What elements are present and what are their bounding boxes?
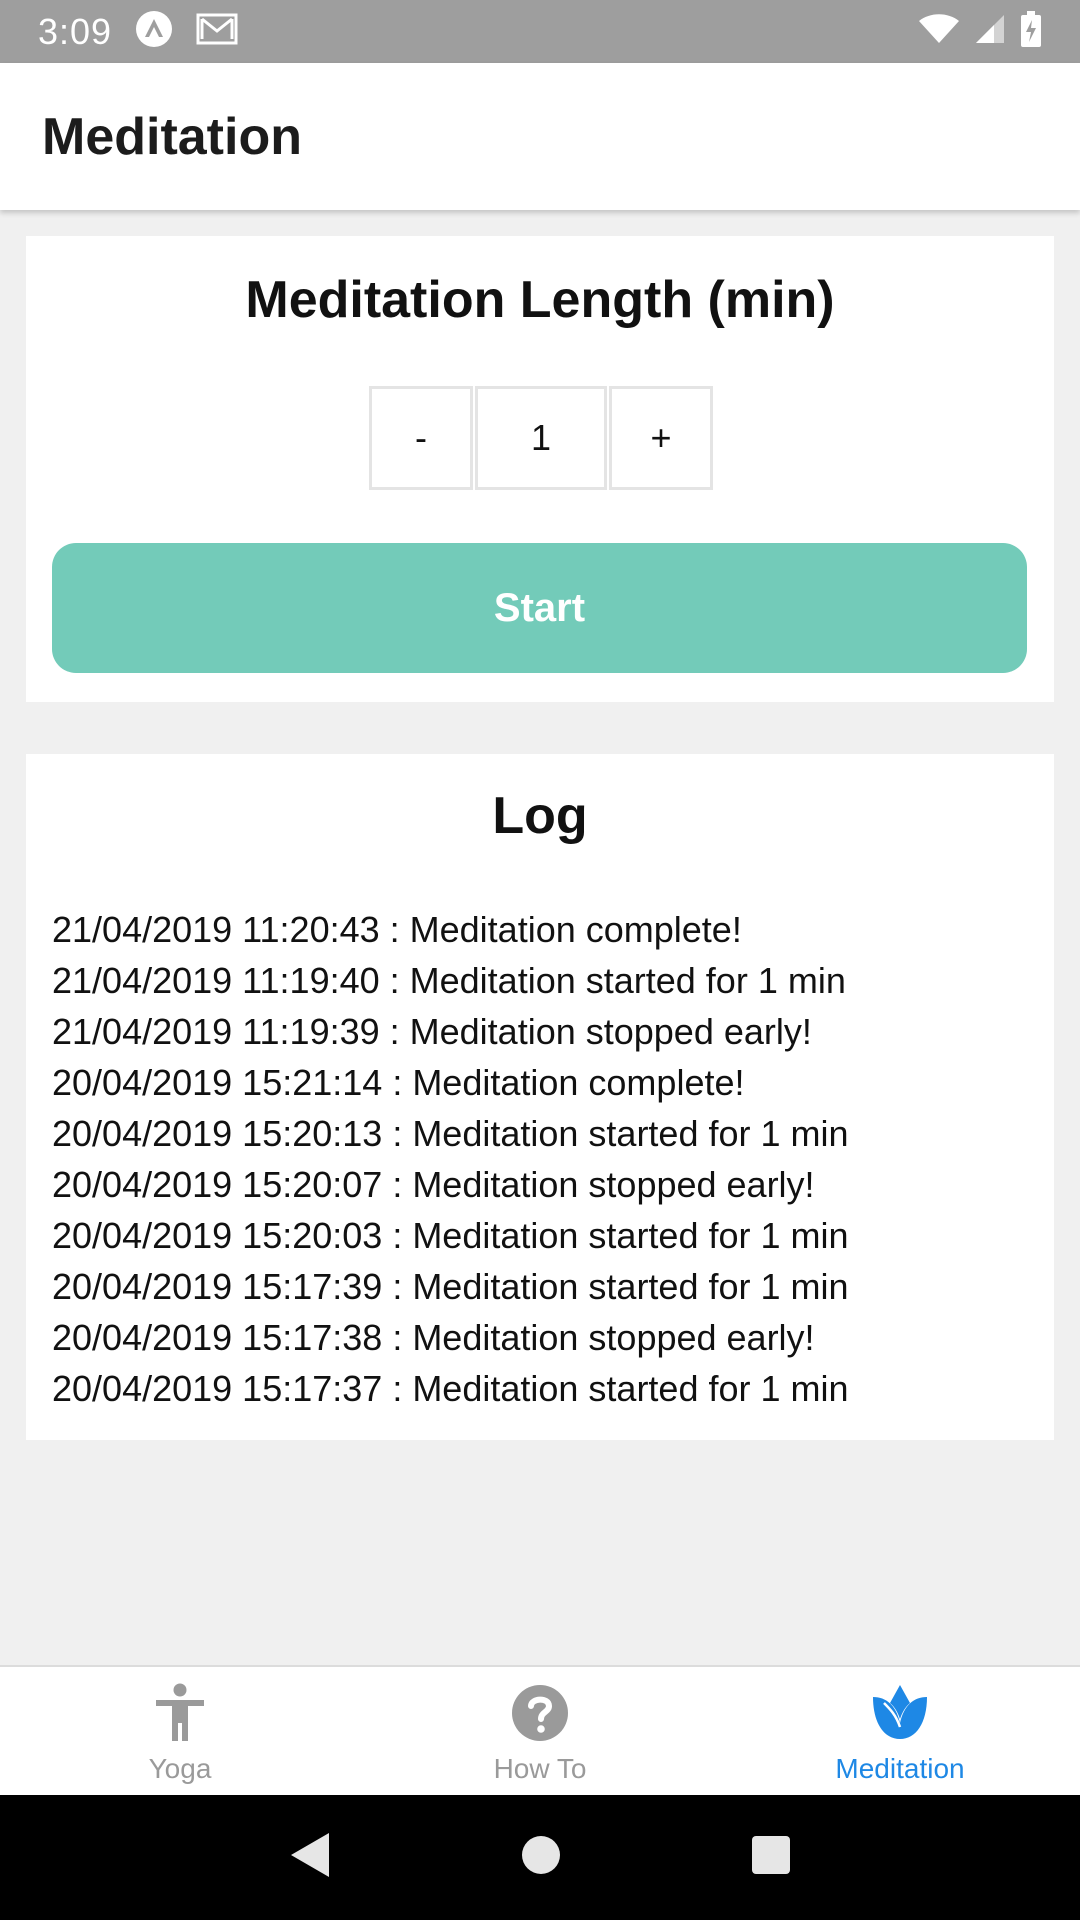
meditation-length-card: Meditation Length (min) - 1 + Start [26, 236, 1054, 702]
status-system-icons [918, 11, 1042, 52]
log-entry: 21/04/2019 11:20:43 : Meditation complet… [52, 909, 742, 950]
nav-label-yoga: Yoga [148, 1753, 212, 1784]
log-entry: 20/04/2019 15:21:14 : Meditation complet… [52, 1062, 745, 1103]
meditation-length-heading: Meditation Length (min) [245, 271, 835, 329]
log-entry: 20/04/2019 15:20:03 : Meditation started… [52, 1215, 849, 1256]
log-entry: 20/04/2019 15:17:38 : Meditation stopped… [52, 1317, 815, 1358]
back-icon[interactable] [289, 1831, 331, 1884]
log-entry: 21/04/2019 11:19:40 : Meditation started… [52, 960, 846, 1001]
log-entry: 21/04/2019 11:19:39 : Meditation stopped… [52, 1011, 812, 1052]
nav-label-how-to: How To [493, 1753, 587, 1784]
log-entry: 20/04/2019 15:20:07 : Meditation stopped… [52, 1164, 815, 1205]
help-circle-icon [510, 1683, 570, 1743]
log-card: Log 21/04/2019 11:20:43 : Meditation com… [26, 754, 1054, 1440]
nav-item-how-to[interactable]: How To [360, 1667, 720, 1795]
status-time: 3:09 [38, 10, 113, 52]
log-entry: 20/04/2019 15:20:13 : Meditation started… [52, 1113, 849, 1154]
recents-icon[interactable] [751, 1835, 791, 1880]
battery-icon [1020, 11, 1042, 52]
app-notification-icon [134, 9, 174, 54]
log-list: 21/04/2019 11:20:43 : Meditation complet… [52, 904, 1034, 1414]
start-button[interactable]: Start [52, 543, 1027, 673]
increment-button[interactable]: + [609, 386, 713, 490]
decrement-button[interactable]: - [369, 386, 473, 490]
lotus-icon [870, 1683, 930, 1743]
log-heading: Log [492, 787, 588, 845]
log-entry: 20/04/2019 15:17:37 : Meditation started… [52, 1368, 849, 1409]
nav-item-meditation[interactable]: Meditation [720, 1667, 1080, 1795]
system-navigation-bar [0, 1795, 1080, 1920]
log-entry: 20/04/2019 15:17:39 : Meditation started… [52, 1266, 849, 1307]
app-bar: Meditation [0, 63, 1080, 210]
length-value-field[interactable]: 1 [475, 386, 607, 490]
status-notification-icons [134, 9, 238, 54]
signal-icon [974, 13, 1006, 50]
gmail-icon [196, 11, 238, 52]
length-stepper: - 1 + [369, 386, 713, 490]
wifi-icon [918, 13, 960, 50]
nav-label-meditation: Meditation [835, 1753, 965, 1784]
page-title: Meditation [42, 107, 302, 166]
status-bar: 3:09 [0, 0, 1080, 63]
person-icon [150, 1683, 210, 1743]
bottom-navigation: Yoga How To Meditation [0, 1665, 1080, 1795]
home-icon[interactable] [521, 1835, 561, 1880]
nav-item-yoga[interactable]: Yoga [0, 1667, 360, 1795]
